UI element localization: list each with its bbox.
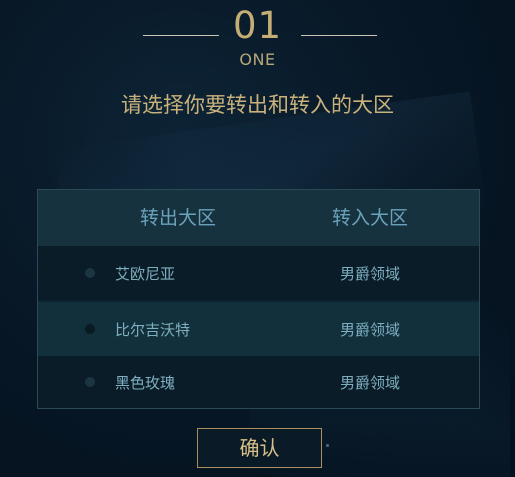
instruction-text: 请选择你要转出和转入的大区: [121, 93, 394, 117]
step-word: ONE: [239, 50, 276, 69]
confirm-button[interactable]: 确认: [197, 428, 322, 468]
column-header-to: 转入大区: [331, 207, 408, 229]
from-server-name: 艾欧尼亚: [115, 264, 176, 283]
radio-button[interactable]: [85, 377, 95, 387]
server-transfer-table: 转出大区 转入大区 艾欧尼亚 男爵领域 比尔吉沃特 男爵领域 黑色玫瑰 男爵领域: [37, 189, 480, 409]
decorative-spark: [326, 444, 329, 447]
from-server-name: 黑色玫瑰: [115, 373, 176, 392]
to-server-name: 男爵领域: [339, 264, 400, 283]
to-server-name: 男爵领域: [339, 320, 400, 339]
step-number: 01: [232, 4, 283, 47]
column-header-from: 转出大区: [139, 207, 216, 229]
radio-button[interactable]: [85, 268, 95, 278]
table-row[interactable]: 黑色玫瑰 男爵领域: [38, 356, 479, 408]
step-header: 01 ONE: [0, 4, 515, 74]
radio-button[interactable]: [85, 324, 95, 334]
to-server-name: 男爵领域: [339, 373, 400, 392]
divider-line-right: [301, 35, 377, 36]
table-row[interactable]: 比尔吉沃特 男爵领域: [38, 302, 479, 356]
table-row[interactable]: 艾欧尼亚 男爵领域: [38, 246, 479, 300]
table-header: 转出大区 转入大区: [38, 190, 479, 246]
from-server-name: 比尔吉沃特: [115, 320, 191, 339]
